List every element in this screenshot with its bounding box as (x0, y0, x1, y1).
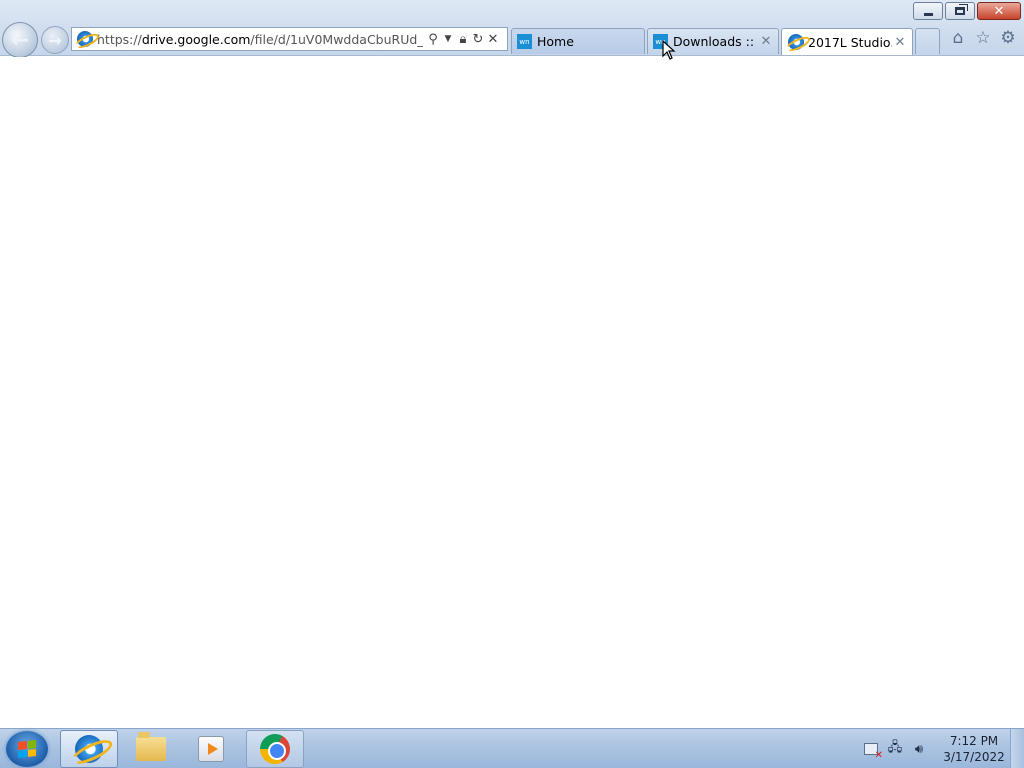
tab-studio[interactable]: 2017L Studio.r... ✕ (781, 28, 913, 55)
close-window-button[interactable]: ✕ (977, 2, 1021, 20)
gear-icon[interactable]: ⚙ (998, 28, 1018, 48)
chrome-icon (260, 734, 290, 764)
restore-button[interactable] (945, 2, 975, 20)
ie-page-icon (788, 34, 804, 50)
clock-time: 7:12 PM (949, 734, 999, 748)
mouse-cursor-icon (662, 40, 676, 60)
page-content (0, 57, 1024, 728)
url-path: /file/d/1uV0MwddaCbuRUd_JV0xs3r (250, 31, 423, 47)
new-tab-button[interactable] (915, 28, 940, 54)
tab-label: Downloads :: R... (673, 34, 758, 49)
refresh-icon[interactable]: ↻ (472, 32, 484, 47)
stop-icon[interactable]: ✕ (487, 32, 499, 47)
tab-home[interactable]: wn Home (511, 28, 645, 54)
tab-label: 2017L Studio.r... (808, 34, 892, 50)
close-tab-icon[interactable]: ✕ (758, 34, 774, 49)
ie-page-icon (77, 31, 93, 47)
favorites-star-icon[interactable]: ☆ (973, 28, 993, 48)
window-caption-buttons: ✕ (913, 2, 1021, 20)
back-button[interactable]: ← (2, 22, 38, 58)
system-tray: 🖧︎ 🔊︎ (862, 729, 928, 768)
restore-icon (955, 4, 968, 15)
folder-icon (136, 732, 166, 761)
address-bar[interactable]: https://drive.google.com/file/d/1uV0Mwdd… (71, 27, 508, 51)
arrow-left-icon: ← (10, 27, 30, 53)
media-player-icon (198, 736, 224, 762)
arrow-right-icon: → (48, 30, 62, 50)
taskbar-file-explorer[interactable] (122, 730, 180, 768)
minimize-button[interactable] (913, 2, 943, 20)
browser-chrome: ✕ ← → https://drive.google.com/file/d/1u… (0, 0, 1024, 58)
taskbar-media-player[interactable] (182, 730, 240, 768)
minimize-icon (923, 12, 933, 16)
url-domain: drive.google.com (141, 31, 251, 47)
show-desktop-button[interactable] (1010, 729, 1024, 768)
forward-button[interactable]: → (41, 26, 69, 54)
home-icon[interactable]: ⌂ (948, 28, 968, 48)
lock-icon[interactable]: 🔒︎ (457, 32, 469, 47)
start-button[interactable] (6, 731, 48, 767)
taskbar-chrome[interactable] (246, 730, 304, 768)
dropdown-icon[interactable]: ▼ (442, 34, 454, 44)
browser-toolbar-icons: ⌂ ☆ ⚙ (948, 28, 1018, 48)
url-prefix: https:// (97, 31, 142, 47)
network-icon[interactable]: 🖧︎ (886, 740, 904, 758)
clock-date: 3/17/2022 (943, 750, 1005, 764)
wn-icon: wn (517, 34, 532, 49)
address-bar-actions: ⚲ ▼ 🔒︎ ↻ ✕ (427, 32, 499, 47)
close-tab-icon[interactable]: ✕ (892, 35, 908, 50)
windows-logo-icon (18, 740, 36, 758)
close-icon: ✕ (993, 3, 1005, 19)
tab-label: Home (537, 34, 574, 49)
taskbar: 🖧︎ 🔊︎ 7:12 PM 3/17/2022 (0, 728, 1024, 768)
volume-icon[interactable]: 🔊︎ (910, 740, 928, 758)
action-center-flag-icon[interactable] (862, 740, 883, 761)
internet-explorer-icon (75, 735, 103, 763)
search-icon[interactable]: ⚲ (427, 32, 439, 47)
clock[interactable]: 7:12 PM 3/17/2022 (940, 733, 1008, 765)
url-text[interactable]: https://drive.google.com/file/d/1uV0Mwdd… (97, 32, 423, 47)
taskbar-internet-explorer[interactable] (60, 730, 118, 768)
